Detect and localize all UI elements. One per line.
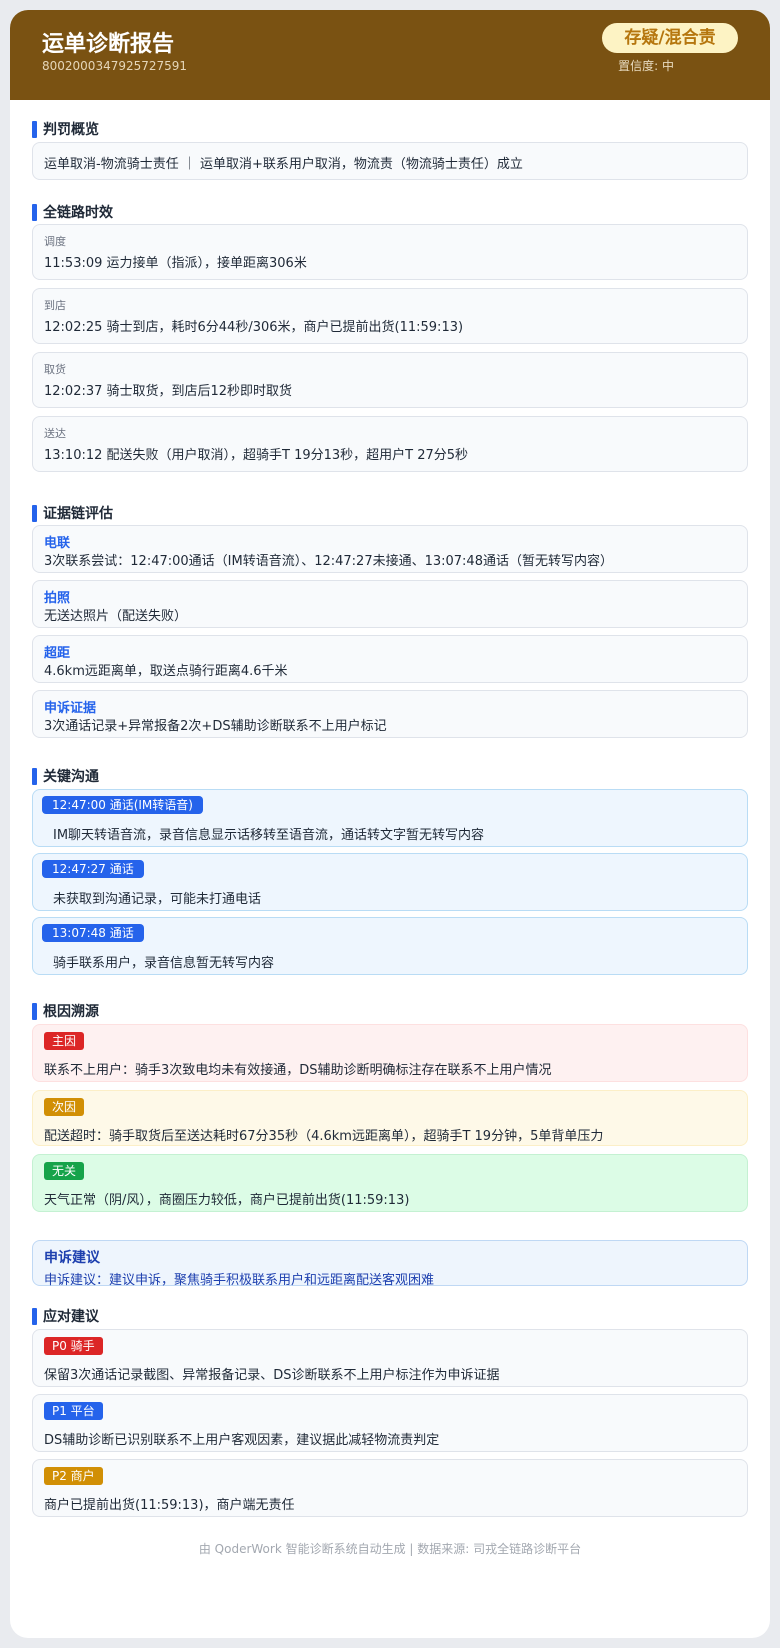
section-marker <box>32 768 37 785</box>
action-item-platform: P1 平台 DS辅助诊断已识别联系不上用户客观因素，建议据此减轻物流责判定 <box>32 1394 748 1452</box>
action-item-merchant: P2 商户 商户已提前出货(11:59:13)，商户端无责任 <box>32 1459 748 1517</box>
report-header: 运单诊断报告 8002000347925727591 存疑/混合责 置信度: 中 <box>10 10 770 100</box>
evidence-text: 3次通话记录+异常报备2次+DS辅助诊断联系不上用户标记 <box>44 719 387 734</box>
priority-tag: P1 平台 <box>44 1402 103 1420</box>
comm-item: 12:47:27 通话 未获取到沟通记录，可能未打通电话 <box>32 853 748 911</box>
rootcause-secondary: 次因 配送超时：骑手取货后至送达耗时67分35秒（4.6km远距离单），超骑手T… <box>32 1090 748 1146</box>
order-id: 8002000347925727591 <box>42 59 188 73</box>
section-marker <box>32 121 37 138</box>
report-card: 运单诊断报告 8002000347925727591 存疑/混合责 置信度: 中… <box>10 10 770 1638</box>
comm-time-tag: 13:07:48 通话 <box>42 924 144 942</box>
section-title: 根因溯源 <box>43 1004 99 1020</box>
evidence-item-distance: 超距 4.6km远距离单，取送点骑行距离4.6千米 <box>32 635 748 683</box>
appeal-suggestion: 申诉建议 申诉建议：建议申诉，聚焦骑手积极联系用户和远距离配送客观困难 <box>32 1240 748 1288</box>
section-title: 关键沟通 <box>43 769 99 785</box>
section-marker <box>32 1308 37 1325</box>
comm-time-tag: 12:47:27 通话 <box>42 860 144 878</box>
section-actions: 应对建议 <box>32 1307 732 1327</box>
status-badge: 存疑/混合责 <box>602 23 738 53</box>
action-text: 保留3次通话记录截图、异常报备记录、DS诊断联系不上用户标注作为申诉证据 <box>44 1368 500 1383</box>
section-penalty: 判罚概览 <box>32 120 732 140</box>
action-text: 商户已提前出货(11:59:13)，商户端无责任 <box>44 1498 295 1513</box>
comm-text: 未获取到沟通记录，可能未打通电话 <box>53 892 262 907</box>
evidence-label: 超距 <box>44 646 71 661</box>
rootcause-text: 联系不上用户：骑手3次致电均未有效接通，DS辅助诊断明确标注存在联系不上用户情况 <box>44 1063 552 1078</box>
evidence-item-photo: 拍照 无送达照片（配送失败） <box>32 580 748 628</box>
section-title: 判罚概览 <box>43 122 99 138</box>
section-evidence: 证据链评估 <box>32 504 732 524</box>
appeal-text: 申诉建议：建议申诉，聚焦骑手积极联系用户和远距离配送客观困难 <box>44 1273 435 1288</box>
footer-note: 由 QoderWork 智能诊断系统自动生成 | 数据来源: 司戎全链路诊断平台 <box>198 1542 582 1556</box>
timeline-item-dispatch: 调度 11:53:09 运力接单（指派），接单距离306米 <box>32 224 748 280</box>
section-title: 全链路时效 <box>43 205 113 221</box>
timeline-text: 11:53:09 运力接单（指派），接单距离306米 <box>44 256 307 271</box>
rootcause-tag: 主因 <box>44 1032 85 1050</box>
confidence-label: 置信度: 中 <box>618 59 674 73</box>
timeline-item-arrive: 到店 12:02:25 骑士到店，耗时6分44秒/306米，商户已提前出货(11… <box>32 288 748 344</box>
rootcause-unrelated: 无关 天气正常（阴/风），商圈压力较低，商户已提前出货(11:59:13) <box>32 1154 748 1212</box>
comm-item: 13:07:48 通话 骑手联系用户，录音信息暂无转写内容 <box>32 917 748 975</box>
action-item-rider: P0 骑手 保留3次通话记录截图、异常报备记录、DS诊断联系不上用户标注作为申诉… <box>32 1329 748 1387</box>
evidence-text: 无送达照片（配送失败） <box>44 609 188 624</box>
section-title: 证据链评估 <box>43 506 113 522</box>
section-comms: 关键沟通 <box>32 767 732 787</box>
page-title: 运单诊断报告 <box>42 32 175 57</box>
timeline-label: 送达 <box>44 427 66 440</box>
timeline-item-pickup: 取货 12:02:37 骑士取货，到店后12秒即时取货 <box>32 352 748 408</box>
timeline-item-deliver: 送达 13:10:12 配送失败（用户取消），超骑手T 19分13秒，超用户T … <box>32 416 748 472</box>
section-title: 应对建议 <box>43 1309 99 1325</box>
section-marker <box>32 204 37 221</box>
rootcause-primary: 主因 联系不上用户：骑手3次致电均未有效接通，DS辅助诊断明确标注存在联系不上用… <box>32 1024 748 1082</box>
rootcause-tag: 无关 <box>44 1162 85 1180</box>
evidence-text: 4.6km远距离单，取送点骑行距离4.6千米 <box>44 664 288 679</box>
evidence-item-call: 电联 3次联系尝试：12:47:00通话（IM转语音流）、12:47:27未接通… <box>32 525 748 573</box>
comm-text: 骑手联系用户，录音信息暂无转写内容 <box>53 956 275 971</box>
section-rootcause: 根因溯源 <box>32 1002 732 1022</box>
action-text: DS辅助诊断已识别联系不上用户客观因素，建议据此减轻物流责判定 <box>44 1433 440 1448</box>
appeal-title: 申诉建议 <box>44 1250 100 1266</box>
penalty-summary: 运单取消-物流骑士责任 ｜ 运单取消+联系用户取消，物流责（物流骑士责任）成立 <box>32 142 748 180</box>
section-marker <box>32 505 37 522</box>
rootcause-text: 配送超时：骑手取货后至送达耗时67分35秒（4.6km远距离单），超骑手T 19… <box>44 1129 604 1144</box>
evidence-text: 3次联系尝试：12:47:00通话（IM转语音流）、12:47:27未接通、13… <box>44 554 613 569</box>
priority-tag: P0 骑手 <box>44 1337 103 1355</box>
evidence-label: 申诉证据 <box>44 701 97 716</box>
evidence-label: 电联 <box>44 536 71 551</box>
section-timeline: 全链路时效 <box>32 203 732 223</box>
priority-tag: P2 商户 <box>44 1467 103 1485</box>
section-marker <box>32 1003 37 1020</box>
timeline-label: 调度 <box>44 235 66 248</box>
evidence-label: 拍照 <box>44 591 71 606</box>
comm-time-tag: 12:47:00 通话(IM转语音) <box>42 796 203 814</box>
timeline-text: 12:02:25 骑士到店，耗时6分44秒/306米，商户已提前出货(11:59… <box>44 320 464 335</box>
timeline-text: 13:10:12 配送失败（用户取消），超骑手T 19分13秒，超用户T 27分… <box>44 448 469 463</box>
comm-item: 12:47:00 通话(IM转语音) IM聊天转语音流，录音信息显示话移转至语音… <box>32 789 748 847</box>
timeline-text: 12:02:37 骑士取货，到店后12秒即时取货 <box>44 384 293 399</box>
comm-text: IM聊天转语音流，录音信息显示话移转至语音流，通话转文字暂无转写内容 <box>53 828 485 843</box>
timeline-label: 取货 <box>44 363 66 376</box>
timeline-label: 到店 <box>44 299 66 312</box>
penalty-text: 运单取消-物流骑士责任 ｜ 运单取消+联系用户取消，物流责（物流骑士责任）成立 <box>44 157 523 172</box>
evidence-item-appeal: 申诉证据 3次通话记录+异常报备2次+DS辅助诊断联系不上用户标记 <box>32 690 748 738</box>
rootcause-tag: 次因 <box>44 1098 85 1116</box>
rootcause-text: 天气正常（阴/风），商圈压力较低，商户已提前出货(11:59:13) <box>44 1193 410 1208</box>
